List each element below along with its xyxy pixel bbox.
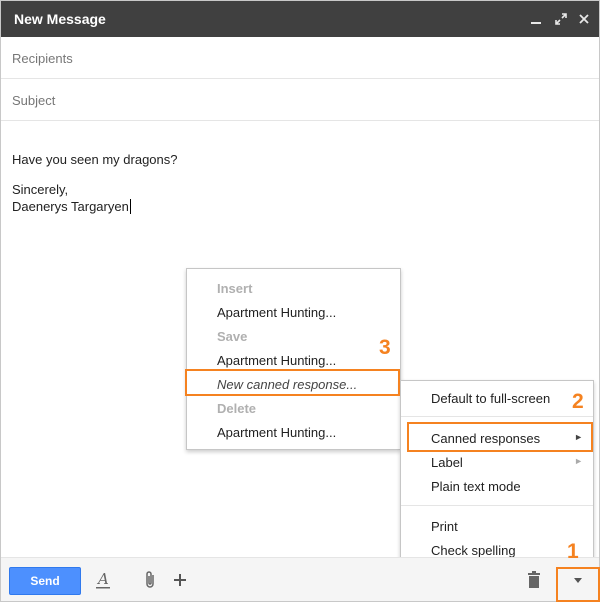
- minimize-icon[interactable]: [529, 12, 543, 26]
- menu-item-label[interactable]: Label ►: [401, 451, 593, 475]
- attach-icon[interactable]: [142, 570, 160, 590]
- delete-apartment-hunting[interactable]: Apartment Hunting...: [187, 421, 400, 445]
- annotation-step-3: 3: [379, 336, 391, 359]
- compose-window: New Message Recipients Subject Have you …: [0, 0, 600, 602]
- insert-apartment-hunting[interactable]: Apartment Hunting...: [187, 301, 400, 325]
- canned-responses-submenu: Insert Apartment Hunting... Save Apartme…: [186, 268, 401, 450]
- title-bar: New Message: [1, 1, 599, 37]
- body-line-3: Daenerys Targaryen: [12, 199, 131, 214]
- menu-item-default-fullscreen[interactable]: Default to full-screen: [401, 387, 593, 411]
- body-line-1: Have you seen my dragons?: [12, 152, 178, 167]
- annotation-step-1: 1: [567, 540, 579, 563]
- menu-divider: [401, 505, 593, 506]
- popout-icon[interactable]: [554, 12, 568, 26]
- send-button[interactable]: Send: [9, 567, 81, 595]
- annotation-box-new-response: [185, 369, 400, 396]
- message-body[interactable]: Have you seen my dragons? Sincerely, Dae…: [12, 151, 177, 215]
- menu-item-plain-text[interactable]: Plain text mode: [401, 475, 593, 499]
- annotation-box-canned-responses: [407, 422, 593, 452]
- insert-plus-icon[interactable]: [171, 570, 189, 590]
- annotation-box-more-options: [556, 567, 600, 602]
- compose-footer: Send A: [1, 557, 599, 601]
- submenu-arrow-icon: ►: [574, 456, 583, 466]
- subject-field[interactable]: Subject: [1, 80, 599, 121]
- text-caret: [129, 199, 131, 214]
- subject-placeholder: Subject: [12, 93, 56, 108]
- menu-header-delete: Delete: [217, 401, 257, 416]
- menu-item-print[interactable]: Print: [401, 515, 593, 539]
- body-line-2: Sincerely,: [12, 182, 69, 197]
- menu-header-insert: Insert: [217, 281, 253, 296]
- more-options-menu: Default to full-screen Canned responses …: [400, 380, 594, 568]
- menu-divider: [401, 416, 593, 417]
- svg-text:A: A: [96, 570, 109, 588]
- window-title: New Message: [14, 11, 106, 27]
- recipients-placeholder: Recipients: [12, 51, 73, 66]
- recipients-field[interactable]: Recipients: [1, 38, 599, 79]
- close-icon[interactable]: [577, 12, 591, 26]
- formatting-icon[interactable]: A: [94, 570, 112, 590]
- menu-header-save: Save: [217, 329, 248, 344]
- annotation-step-2: 2: [572, 390, 584, 413]
- trash-icon[interactable]: [525, 570, 543, 590]
